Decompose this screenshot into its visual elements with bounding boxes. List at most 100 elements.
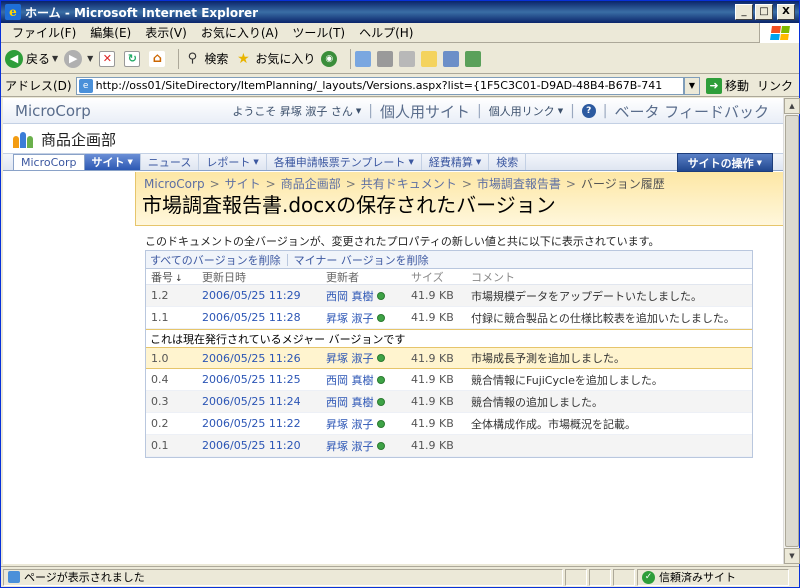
minimize-button[interactable]: _: [735, 4, 753, 20]
divider: |: [476, 103, 482, 119]
menu-favorites[interactable]: お気に入り(A): [194, 24, 286, 41]
beta-feedback-link[interactable]: ベータ フィードバック: [615, 101, 769, 122]
version-date-link[interactable]: 2006/05/25 11:25: [198, 373, 326, 386]
table-row: 1.1 2006/05/25 11:28 昇塚 淑子 41.9 KB 付録に競合…: [146, 307, 752, 329]
chevron-down-icon[interactable]: ▼: [52, 54, 58, 63]
favorites-button[interactable]: ★ お気に入り: [234, 50, 315, 68]
delete-minor-versions-link[interactable]: マイナー バージョンを削除: [294, 252, 429, 268]
version-user[interactable]: 昇塚 淑子: [326, 310, 411, 326]
menu-tools[interactable]: ツール(T): [285, 24, 352, 41]
presence-icon[interactable]: [376, 375, 385, 384]
presence-icon[interactable]: [376, 419, 385, 428]
table-row: 0.1 2006/05/25 11:20 昇塚 淑子 41.9 KB: [146, 435, 752, 457]
version-user[interactable]: 西岡 真樹: [326, 372, 411, 388]
version-user[interactable]: 昇塚 淑子: [326, 350, 411, 366]
title-bar[interactable]: e ホーム - Microsoft Internet Explorer _ □ …: [1, 1, 799, 23]
site-actions-menu[interactable]: サイトの操作 ▼: [676, 153, 773, 172]
chevron-down-icon[interactable]: ▼: [356, 107, 361, 115]
version-date-link[interactable]: 2006/05/25 11:22: [198, 417, 326, 430]
chevron-down-icon[interactable]: ▼: [558, 107, 563, 115]
chevron-down-icon: ▼: [127, 158, 133, 166]
menu-bar: ファイル(F) 編集(E) 表示(V) お気に入り(A) ツール(T) ヘルプ(…: [1, 23, 799, 43]
address-dropdown-button[interactable]: ▼: [683, 76, 700, 95]
scroll-up-icon[interactable]: ▲: [784, 98, 800, 114]
nav-sites-label: サイト: [91, 156, 125, 169]
version-size: 41.9 KB: [411, 417, 454, 430]
scroll-thumb[interactable]: [785, 115, 799, 547]
header-number[interactable]: 番号 ↓: [146, 269, 198, 285]
security-zone[interactable]: ✓ 信頼済みサイト: [637, 568, 789, 586]
address-input[interactable]: e http://oss01/SiteDirectory/ItemPlannin…: [75, 76, 684, 95]
my-site-link[interactable]: 個人用サイト: [380, 101, 470, 122]
go-button[interactable]: ➜ 移動: [705, 77, 749, 94]
version-user[interactable]: 昇塚 淑子: [326, 416, 411, 432]
version-number: 1.1: [151, 311, 169, 324]
nav-sites[interactable]: サイト ▼: [84, 154, 141, 170]
windows-logo-icon: [759, 23, 799, 43]
version-comment: 競合情報の追加しました。: [471, 395, 603, 409]
top-navigation: MicroCorp サイト ▼ ニュース レポート ▼ 各種申請帳票テンプレート ▼ …: [3, 153, 783, 172]
nav-reports[interactable]: レポート ▼: [199, 154, 267, 170]
maximize-button[interactable]: □: [755, 4, 773, 20]
presence-icon[interactable]: [376, 354, 385, 362]
stop-button[interactable]: ✕: [99, 50, 118, 67]
back-button[interactable]: ◀ 戻る ▼: [5, 49, 58, 68]
nav-expenses-label: 経費精算: [428, 156, 473, 169]
nav-search[interactable]: 検索: [489, 154, 527, 170]
nav-news[interactable]: ニュース: [141, 154, 200, 170]
menu-file[interactable]: ファイル(F): [5, 24, 83, 41]
version-number: 0.3: [151, 395, 169, 408]
vertical-scrollbar[interactable]: ▲ ▼: [783, 98, 800, 564]
my-links-menu[interactable]: 個人用リンク: [489, 103, 555, 119]
page-title: 市場調査報告書.docxの保存されたバージョン: [142, 193, 556, 217]
scroll-down-icon[interactable]: ▼: [784, 548, 800, 564]
help-icon[interactable]: ?: [581, 104, 596, 118]
print-icon[interactable]: [377, 50, 394, 67]
version-size: 41.9 KB: [411, 395, 454, 408]
status-message: ページが表示されました: [3, 568, 563, 586]
forward-button[interactable]: ▶ ▼: [64, 49, 93, 68]
research-icon[interactable]: [465, 50, 482, 67]
menu-help[interactable]: ヘルプ(H): [352, 24, 420, 41]
menu-edit[interactable]: 編集(E): [83, 24, 138, 41]
version-date-link[interactable]: 2006/05/25 11:28: [198, 311, 326, 324]
mail-icon[interactable]: [355, 50, 372, 67]
version-user[interactable]: 昇塚 淑子: [326, 438, 411, 454]
menu-view[interactable]: 表示(V): [138, 24, 194, 41]
version-user[interactable]: 西岡 真樹: [326, 394, 411, 410]
chevron-down-icon[interactable]: ▼: [87, 54, 93, 63]
status-text: ページが表示されました: [24, 571, 145, 584]
close-button[interactable]: X: [777, 4, 795, 20]
messenger-icon[interactable]: [443, 50, 460, 67]
links-button[interactable]: リンク: [757, 77, 793, 94]
version-user[interactable]: 西岡 真樹: [326, 288, 411, 304]
version-date-link[interactable]: 2006/05/25 11:24: [198, 395, 326, 408]
browser-window: e ホーム - Microsoft Internet Explorer _ □ …: [0, 0, 800, 588]
refresh-button[interactable]: ↻: [124, 50, 143, 67]
portal-brand-link[interactable]: MicroCorp: [15, 102, 91, 120]
search-label: 検索: [204, 52, 229, 66]
nav-home[interactable]: MicroCorp: [13, 154, 85, 170]
home-button[interactable]: ⌂: [149, 50, 168, 67]
version-date-link[interactable]: 2006/05/25 11:20: [198, 439, 326, 452]
media-button[interactable]: ◉: [321, 50, 340, 67]
nav-expenses[interactable]: 経費精算 ▼: [422, 154, 490, 170]
presence-icon[interactable]: [376, 397, 385, 406]
divider: |: [368, 103, 373, 119]
welcome-menu[interactable]: ようこそ 昇塚 淑子 さん: [232, 103, 353, 119]
toolbar-separator: [178, 48, 180, 69]
version-date-link[interactable]: 2006/05/25 11:26: [198, 352, 326, 365]
site-title[interactable]: 商品企画部: [41, 129, 116, 150]
header-modified-by: 更新者: [326, 270, 359, 284]
presence-icon[interactable]: [376, 291, 385, 300]
go-label: 移動: [724, 79, 749, 93]
presence-icon[interactable]: [376, 313, 385, 322]
presence-icon[interactable]: [376, 441, 385, 450]
search-button[interactable]: ⚲ 検索: [183, 50, 229, 68]
nav-templates[interactable]: 各種申請帳票テンプレート ▼: [267, 154, 422, 170]
edit-icon[interactable]: [399, 50, 416, 67]
site-actions-label: サイトの操作: [687, 156, 754, 170]
version-date-link[interactable]: 2006/05/25 11:29: [198, 289, 326, 302]
folder-icon[interactable]: [421, 50, 438, 67]
delete-all-versions-link[interactable]: すべてのバージョンを削除: [150, 252, 281, 268]
